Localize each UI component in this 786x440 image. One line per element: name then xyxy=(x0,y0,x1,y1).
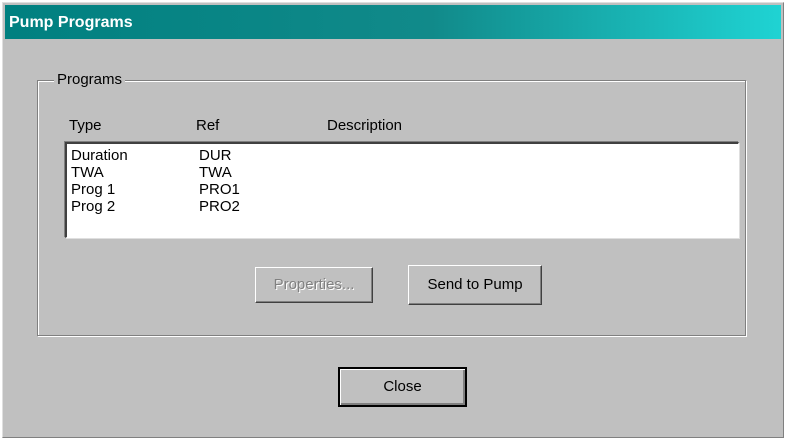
column-header-ref: Ref xyxy=(196,117,220,134)
list-item-type: Duration xyxy=(71,147,128,164)
list-item[interactable]: Prog 2 PRO2 xyxy=(71,198,711,215)
programs-list[interactable]: Duration DUR TWA TWA Prog 1 PRO1 Prog 2 … xyxy=(65,142,739,238)
list-item[interactable]: TWA TWA xyxy=(71,164,711,181)
send-to-pump-button[interactable]: Send to Pump xyxy=(408,265,542,305)
column-header-type: Type xyxy=(69,117,102,134)
list-item-ref: DUR xyxy=(199,147,232,164)
list-item-type: TWA xyxy=(71,164,104,181)
list-item-type: Prog 1 xyxy=(71,181,116,198)
list-item-ref: TWA xyxy=(199,164,232,181)
list-item-ref: PRO1 xyxy=(199,181,240,198)
title-bar[interactable]: Pump Programs xyxy=(5,5,781,39)
close-button[interactable]: Close xyxy=(338,367,467,407)
list-item[interactable]: Duration DUR xyxy=(71,147,711,164)
programs-group-label: Programs xyxy=(54,71,126,89)
column-header-description: Description xyxy=(327,117,403,134)
list-item[interactable]: Prog 1 PRO1 xyxy=(71,181,711,198)
window-title: Pump Programs xyxy=(9,14,133,31)
list-item-type: Prog 2 xyxy=(71,198,116,215)
properties-button[interactable]: Properties... xyxy=(255,267,373,303)
list-item-ref: PRO2 xyxy=(199,198,240,215)
